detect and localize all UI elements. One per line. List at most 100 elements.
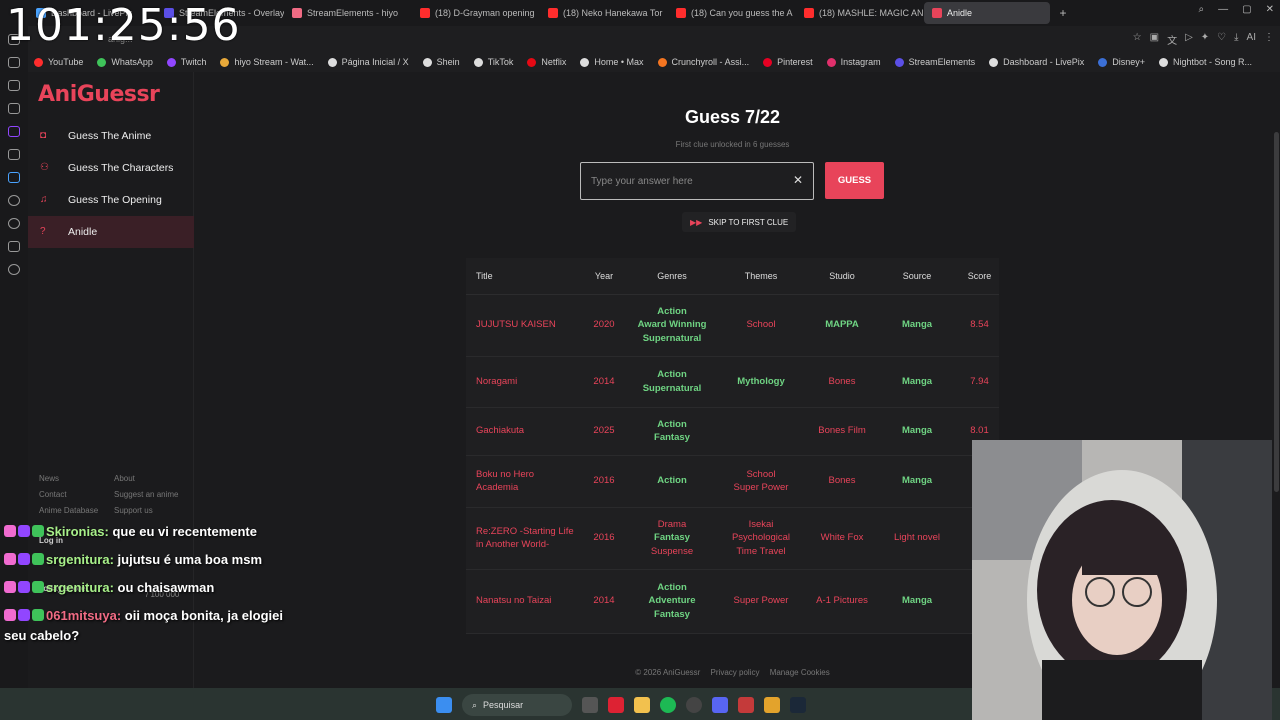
chat-badge-icon — [18, 609, 30, 621]
chat-text: que eu vi recentemente — [112, 524, 257, 539]
download-icon[interactable]: ⤓ — [1234, 32, 1238, 47]
x-icon[interactable] — [8, 149, 20, 160]
guess-button[interactable]: GUESS — [825, 162, 884, 199]
taskbar-search-placeholder: Pesquisar — [483, 700, 524, 710]
bookmark-item[interactable]: Página Inicial / X — [327, 57, 409, 67]
table-row: JUJUTSU KAISEN 2020 Action Award Winning Sup… — [466, 294, 999, 357]
settings-icon[interactable] — [8, 264, 20, 275]
taskbar-app-icon[interactable] — [608, 697, 624, 713]
bookmark-item[interactable]: TikTok — [473, 57, 513, 67]
browser-tab[interactable]: (18) Neko Hanekawa Tor — [540, 2, 668, 24]
cell-title: Nanatsu no Taizai — [466, 569, 576, 634]
chat-badge-icon — [32, 609, 44, 621]
play-circle-icon[interactable] — [8, 195, 20, 206]
answer-input[interactable] — [580, 162, 814, 200]
twitch-icon[interactable] — [8, 126, 20, 137]
nav-label: Anidle — [68, 226, 98, 238]
bookmark-item[interactable]: Netflix — [527, 57, 566, 67]
chat-username: Skironias: — [46, 524, 109, 539]
site-logo[interactable]: AniGuessr — [38, 82, 160, 107]
bookmark-label: Nightbot - Song R... — [1172, 57, 1253, 67]
file-explorer-icon[interactable] — [634, 697, 650, 713]
nav-guess-the-opening[interactable]: ♫ Guess The Opening — [28, 184, 194, 216]
suggest-anime-link[interactable]: Suggest an anime — [114, 490, 179, 499]
ai-icon[interactable]: AI — [1247, 32, 1256, 47]
chat-message: Skironias: que eu vi recentemente — [4, 522, 304, 542]
bookmark-item[interactable]: YouTube — [34, 57, 83, 67]
bookmark-item[interactable]: Dashboard - LivePix — [989, 57, 1084, 67]
bookmark-item[interactable]: Shein — [422, 57, 460, 67]
history-icon[interactable] — [8, 218, 20, 229]
rail-icon[interactable] — [8, 80, 20, 91]
rail-icon[interactable] — [8, 172, 20, 183]
contact-link[interactable]: Contact — [39, 490, 67, 499]
bookmark-item[interactable]: WhatsApp — [97, 57, 153, 67]
bookmark-item[interactable]: Home • Max — [580, 57, 644, 67]
news-link[interactable]: News — [39, 474, 59, 483]
bookmark-item[interactable]: Instagram — [826, 57, 881, 67]
cell-studio: Bones Film — [810, 407, 874, 456]
column-header-source: Source — [874, 258, 960, 295]
rail-icon[interactable] — [8, 57, 20, 68]
heart-icon[interactable]: ♡ — [1217, 32, 1226, 47]
anime-database-link[interactable]: Anime Database — [39, 506, 98, 515]
nav-label: Guess The Characters — [68, 162, 174, 174]
about-link[interactable]: About — [114, 474, 135, 483]
cell-genres: Action Supernatural — [632, 356, 712, 408]
spotify-icon[interactable] — [660, 697, 676, 713]
skip-to-first-clue-button[interactable]: ▶▶ SKIP TO FIRST CLUE — [682, 212, 797, 232]
cell-genres-value: Supernatural — [642, 332, 702, 344]
bookmark-favicon-icon — [1158, 57, 1168, 67]
minimize-icon[interactable]: — — [1218, 4, 1228, 15]
nav-guess-the-characters[interactable]: ⚇ Guess The Characters — [28, 152, 194, 184]
translate-icon[interactable]: 文 — [1167, 32, 1177, 47]
bookmark-icon[interactable]: ☆ — [1133, 32, 1142, 47]
bookmark-item[interactable]: StreamElements — [894, 57, 975, 67]
bookmark-favicon-icon — [473, 57, 483, 67]
cell-themes — [712, 407, 810, 456]
column-header-score: Score — [960, 258, 999, 295]
bookmark-item[interactable]: Pinterest — [763, 57, 813, 67]
cell-studio: White Fox — [810, 507, 874, 570]
discord-icon[interactable] — [712, 697, 728, 713]
cell-year: 2025 — [576, 407, 632, 456]
browser-tab[interactable]: Anidle — [924, 2, 1050, 24]
bookmark-item[interactable]: Nightbot - Song R... — [1158, 57, 1253, 67]
obs-icon[interactable] — [686, 697, 702, 713]
extensions-icon[interactable] — [8, 241, 20, 252]
clear-input-icon[interactable]: ✕ — [793, 173, 803, 187]
menu-icon[interactable]: ⋮ — [1264, 32, 1274, 47]
browser-tab[interactable]: (18) MASHLE: MAGIC AN — [796, 2, 924, 24]
close-window-icon[interactable]: ✕ — [1266, 4, 1274, 15]
extensions-icon[interactable]: ✦ — [1201, 32, 1209, 47]
browser-icon[interactable] — [738, 697, 754, 713]
bookmark-item[interactable]: Twitch — [166, 57, 206, 67]
windows-start-icon[interactable] — [436, 697, 452, 713]
page-scrollbar[interactable] — [1272, 72, 1280, 690]
taskbar-app-icon[interactable] — [582, 697, 598, 713]
nav-guess-the-anime[interactable]: ◘ Guess The Anime — [28, 120, 194, 152]
privacy-policy-link[interactable]: Privacy policy — [711, 668, 760, 677]
new-tab-button[interactable]: + — [1050, 6, 1076, 20]
browser-tab[interactable]: (18) D-Grayman opening — [412, 2, 540, 24]
maximize-icon[interactable]: ▢ — [1242, 4, 1251, 15]
screenshot-icon[interactable]: ▣ — [1150, 32, 1159, 47]
bookmark-item[interactable]: hiyo Stream - Wat... — [220, 57, 314, 67]
bookmark-item[interactable]: Disney+ — [1098, 57, 1145, 67]
search-tabs-icon[interactable]: ⌕ — [1199, 4, 1205, 15]
support-us-link[interactable]: Support us — [114, 506, 153, 515]
manage-cookies-link[interactable]: Manage Cookies — [770, 668, 830, 677]
steam-icon[interactable] — [790, 697, 806, 713]
cell-genres: Drama Fantasy Suspense — [632, 507, 712, 570]
skip-label: SKIP TO FIRST CLUE — [708, 217, 789, 227]
taskbar-search[interactable]: ⌕ Pesquisar — [462, 694, 572, 716]
rail-icon[interactable] — [8, 103, 20, 114]
nav-anidle[interactable]: ? Anidle — [28, 216, 194, 248]
bookmark-item[interactable]: Crunchyroll - Assi... — [657, 57, 749, 67]
cell-genres-value: Fantasy — [654, 608, 690, 620]
browser-tab[interactable]: StreamElements - hiyo — [284, 2, 412, 24]
taskbar-app-icon[interactable] — [764, 697, 780, 713]
browser-tab[interactable]: (18) Can you guess the A — [668, 2, 796, 24]
scroll-thumb[interactable] — [1274, 132, 1279, 492]
play-icon[interactable]: ▷ — [1185, 32, 1193, 47]
